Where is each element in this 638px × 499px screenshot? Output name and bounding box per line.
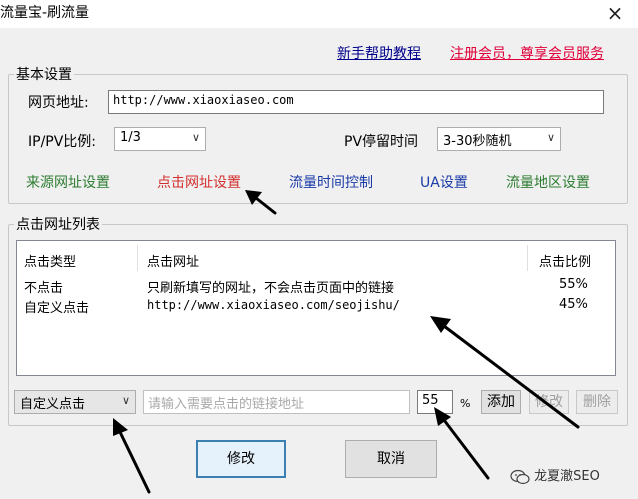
annotation-arrow-head	[434, 407, 451, 426]
annotation-arrow-head	[245, 190, 262, 205]
annotation-arrows	[113, 190, 580, 494]
annotation-arrow	[442, 418, 490, 480]
annotation-arrow	[254, 196, 277, 215]
annotation-arrow	[118, 430, 151, 494]
annotation-arrow	[442, 324, 580, 429]
